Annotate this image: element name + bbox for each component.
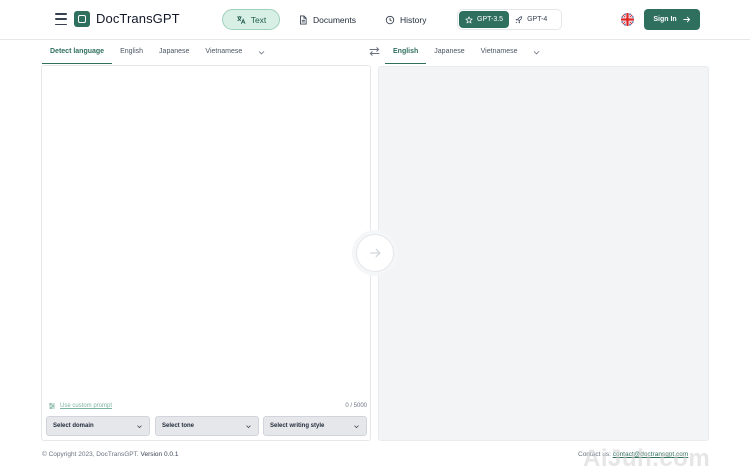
top-bar: DocTransGPT Text Documents History GPT-3…	[0, 0, 750, 40]
translate-icon	[236, 15, 246, 24]
hamburger-menu-icon[interactable]	[55, 13, 67, 25]
swap-languages-icon[interactable]	[368, 45, 381, 58]
contact-email-link[interactable]: contact@doctransgpt.com	[613, 451, 689, 458]
model-switcher: GPT-3.5 GPT-4	[457, 9, 562, 30]
model-gpt35-button[interactable]: GPT-3.5	[459, 11, 510, 28]
nav-documents-button[interactable]: Documents	[298, 9, 356, 30]
translation-output-area	[378, 66, 709, 441]
target-language-tabs: English Japanese Vietnamese	[385, 40, 548, 64]
sliders-icon	[49, 402, 55, 410]
domain-select-label: Select domain	[53, 423, 94, 429]
target-more-languages-chevron-icon[interactable]	[525, 40, 548, 64]
nav-text-button[interactable]: Text	[222, 9, 280, 30]
copyright-text: © Copyright 2023, DocTransGPT.	[42, 451, 139, 458]
footer-copyright: © Copyright 2023, DocTransGPT. Version 0…	[42, 451, 178, 458]
footer-contact: Contact us: contact@doctransgpt.com	[578, 451, 688, 458]
document-icon	[300, 15, 307, 24]
source-language-tabs: Detect language English Japanese Vietnam…	[42, 40, 273, 64]
source-more-languages-chevron-icon[interactable]	[250, 40, 273, 64]
custom-prompt-label: Use custom prompt	[60, 403, 113, 409]
tab-source-japanese[interactable]: Japanese	[151, 40, 197, 64]
tab-target-vietnamese[interactable]: Vietnamese	[473, 40, 526, 64]
history-icon	[385, 15, 395, 24]
tab-target-japanese[interactable]: Japanese	[426, 40, 472, 64]
arrow-right-icon	[370, 248, 381, 258]
tone-select[interactable]: Select tone	[155, 416, 259, 436]
model-gpt35-label: GPT-3.5	[477, 16, 504, 23]
version-text: Version 0.0.1	[140, 451, 179, 458]
domain-select[interactable]: Select domain	[46, 416, 150, 436]
character-count: 0 / 5000	[345, 403, 367, 409]
uk-flag-icon[interactable]	[621, 13, 634, 26]
app-title: DocTransGPT	[96, 11, 180, 26]
logo-icon	[74, 11, 90, 27]
translate-button[interactable]	[356, 234, 394, 272]
tone-select-label: Select tone	[162, 423, 195, 429]
use-custom-prompt-link[interactable]: Use custom prompt	[48, 402, 112, 410]
model-gpt4-button[interactable]: GPT-4	[509, 11, 553, 28]
chevron-down-icon	[354, 424, 359, 428]
contact-label: Contact us:	[578, 451, 611, 458]
model-gpt4-label: GPT-4	[527, 16, 548, 23]
tab-detect-language[interactable]: Detect language	[42, 40, 113, 64]
source-text-area[interactable]	[41, 65, 371, 441]
star-icon	[465, 15, 473, 23]
nav-text-label: Text	[250, 14, 267, 25]
tab-source-english[interactable]: English	[112, 40, 151, 64]
tab-target-english[interactable]: English	[385, 40, 427, 64]
rocket-icon	[515, 15, 523, 23]
nav-history-label: History	[400, 14, 427, 25]
chevron-down-icon	[246, 424, 251, 428]
tab-source-vietnamese[interactable]: Vietnamese	[197, 40, 250, 64]
nav-history-button[interactable]: History	[385, 9, 426, 30]
chevron-down-icon	[137, 424, 142, 428]
writing-style-select[interactable]: Select writing style	[263, 416, 367, 436]
nav-documents-label: Documents	[313, 14, 356, 25]
sign-in-label: Sign In	[653, 16, 677, 23]
arrow-right-icon	[683, 16, 690, 23]
writing-style-select-label: Select writing style	[270, 423, 325, 429]
sign-in-button[interactable]: Sign In	[644, 9, 700, 30]
